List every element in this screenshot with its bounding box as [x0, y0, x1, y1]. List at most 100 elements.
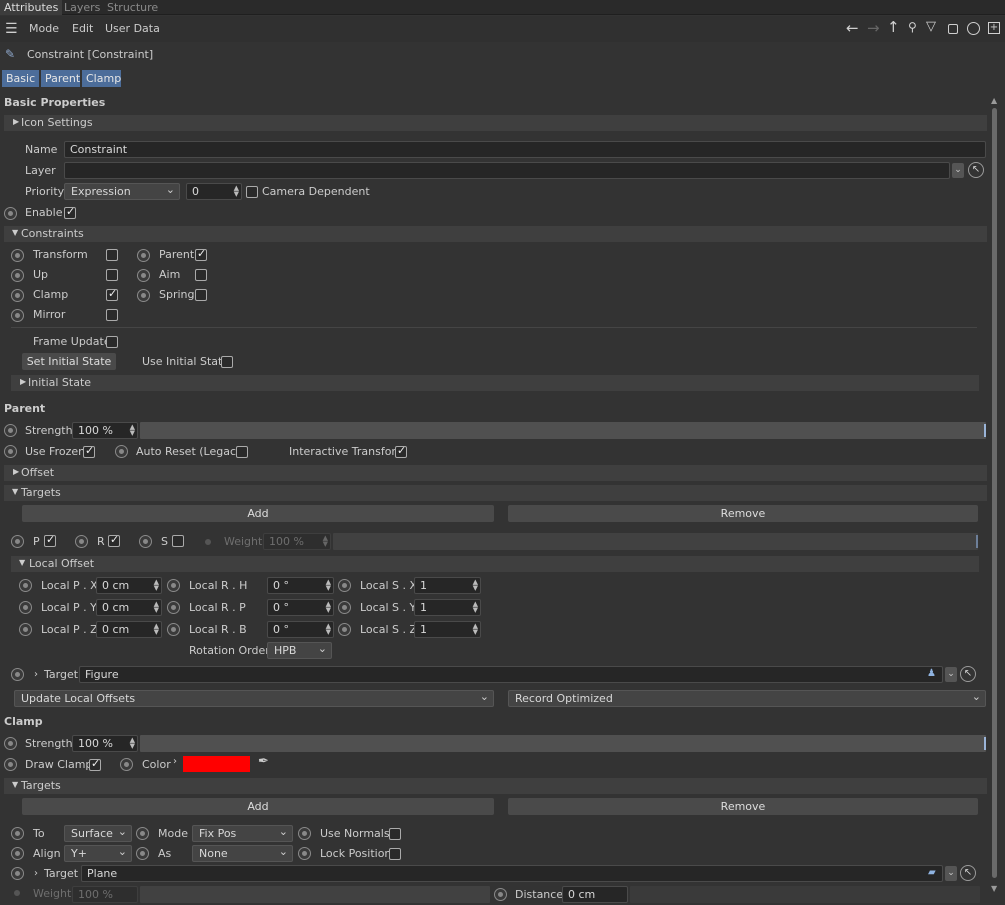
- search-icon[interactable]: ⚲: [908, 20, 917, 34]
- arrow-up-icon[interactable]: ↑: [887, 18, 900, 36]
- interactive-transform-checkbox[interactable]: [395, 444, 407, 458]
- parent-add-button[interactable]: Add: [22, 505, 494, 522]
- local-rh-field[interactable]: 0 ° ▲ ▼: [267, 577, 334, 594]
- use-normals-dot[interactable]: [298, 827, 311, 840]
- up-checkbox[interactable]: [106, 269, 118, 281]
- clamp-dot[interactable]: [11, 289, 24, 302]
- menu-user-data[interactable]: User Data: [105, 22, 160, 36]
- target-icon[interactable]: [967, 22, 980, 35]
- section-button-parent[interactable]: Parent: [41, 70, 80, 87]
- local-sy-field[interactable]: 1 ▲ ▼: [414, 599, 481, 616]
- use-initial-state-checkbox[interactable]: [221, 356, 233, 368]
- use-frozen-dot[interactable]: [4, 445, 17, 458]
- local-rb-dot[interactable]: [167, 623, 180, 636]
- priority-dropdown[interactable]: Expression: [64, 182, 180, 200]
- target-expand-icon[interactable]: ›: [34, 868, 38, 879]
- clamp-checkbox[interactable]: [106, 287, 118, 301]
- initial-state-group[interactable]: ▶ Initial State: [11, 375, 979, 391]
- local-rp-field[interactable]: 0 ° ▲ ▼: [267, 599, 334, 616]
- offset-group[interactable]: ▶ Offset: [4, 465, 987, 481]
- mode-dropdown[interactable]: Fix Pos: [192, 824, 293, 842]
- target-dropdown-chevron-icon[interactable]: ⌄: [945, 667, 957, 682]
- stepper-icon[interactable]: ▲ ▼: [326, 579, 331, 592]
- spring-checkbox[interactable]: [195, 289, 207, 301]
- update-local-offsets-dropdown[interactable]: Update Local Offsets: [14, 689, 494, 707]
- stepper-icon[interactable]: ▲ ▼: [154, 579, 159, 592]
- as-dot[interactable]: [136, 847, 149, 860]
- menu-mode[interactable]: Mode: [29, 22, 59, 36]
- arrow-left-icon[interactable]: ←: [846, 19, 859, 37]
- clamp-target-field[interactable]: Plane: [81, 865, 943, 882]
- stepper-icon[interactable]: ▲ ▼: [326, 601, 331, 614]
- to-dropdown[interactable]: Surface: [64, 824, 132, 842]
- layer-pick-icon[interactable]: ↖: [968, 162, 984, 178]
- parent-checkbox[interactable]: [195, 247, 207, 261]
- r-dot[interactable]: [75, 535, 88, 548]
- parent-strength-field[interactable]: 100 % ▲ ▼: [72, 422, 138, 439]
- record-optimized-dropdown[interactable]: Record Optimized: [508, 689, 986, 707]
- camera-dependent-checkbox[interactable]: [246, 186, 258, 198]
- stepper-icon[interactable]: ▲ ▼: [130, 424, 135, 437]
- distance-dot[interactable]: [494, 888, 507, 901]
- local-sz-field[interactable]: 1 ▲ ▼: [414, 621, 481, 638]
- up-dot[interactable]: [11, 269, 24, 282]
- target-pick-icon[interactable]: ↖: [960, 666, 976, 682]
- parent-target-field[interactable]: Figure: [79, 666, 943, 683]
- section-button-clamp[interactable]: Clamp: [82, 70, 121, 87]
- weight-dot[interactable]: [205, 539, 211, 545]
- stepper-icon[interactable]: ▲ ▼: [130, 737, 135, 750]
- stepper-icon[interactable]: ▲ ▼: [326, 623, 331, 636]
- local-py-dot[interactable]: [19, 601, 32, 614]
- stepper-icon[interactable]: ▲ ▼: [234, 185, 239, 198]
- target-pick-icon[interactable]: ↖: [960, 865, 976, 881]
- arrow-right-icon[interactable]: →: [867, 19, 880, 37]
- local-pz-dot[interactable]: [19, 623, 32, 636]
- align-dropdown[interactable]: Y+: [64, 844, 132, 862]
- stepper-icon[interactable]: ▲ ▼: [154, 623, 159, 636]
- clamp-targets-group[interactable]: ▼ Targets: [4, 778, 987, 794]
- scroll-up-icon[interactable]: ▲: [991, 96, 997, 105]
- aim-checkbox[interactable]: [195, 269, 207, 281]
- clamp-weight-field[interactable]: 100 %: [72, 886, 138, 903]
- stepper-icon[interactable]: ▲ ▼: [323, 535, 328, 548]
- parent-remove-button[interactable]: Remove: [508, 505, 978, 522]
- constraints-group[interactable]: ▼ Constraints: [4, 226, 987, 242]
- enable-checkbox[interactable]: [64, 205, 76, 219]
- local-py-field[interactable]: 0 cm ▲ ▼: [96, 599, 162, 616]
- parent-strength-slider[interactable]: [140, 422, 986, 439]
- draw-clamp-checkbox[interactable]: [89, 757, 101, 771]
- stepper-icon[interactable]: ▲ ▼: [473, 623, 478, 636]
- use-frozen-checkbox[interactable]: [83, 444, 95, 458]
- stepper-icon[interactable]: ▲ ▼: [473, 579, 478, 592]
- menu-edit[interactable]: Edit: [72, 22, 93, 36]
- p-checkbox[interactable]: [44, 533, 56, 547]
- enable-animation-dot[interactable]: [4, 207, 17, 220]
- local-rh-dot[interactable]: [167, 579, 180, 592]
- local-sx-field[interactable]: 1 ▲ ▼: [414, 577, 481, 594]
- parent-target-dot[interactable]: [11, 668, 24, 681]
- hamburger-menu-icon[interactable]: ☰: [5, 21, 18, 37]
- section-button-basic[interactable]: Basic: [2, 70, 39, 87]
- tab-attributes[interactable]: Attributes: [0, 0, 63, 15]
- clamp-add-button[interactable]: Add: [22, 798, 494, 815]
- to-dot[interactable]: [11, 827, 24, 840]
- parent-strength-dot[interactable]: [4, 424, 17, 437]
- color-dot[interactable]: [120, 758, 133, 771]
- distance-slider[interactable]: [630, 886, 980, 903]
- r-checkbox[interactable]: [108, 533, 120, 547]
- clamp-weight-dot[interactable]: [14, 890, 20, 896]
- p-dot[interactable]: [11, 535, 24, 548]
- clamp-strength-field[interactable]: 100 % ▲ ▼: [72, 735, 138, 752]
- target-dropdown-chevron-icon[interactable]: ⌄: [945, 866, 957, 881]
- priority-number-field[interactable]: 0 ▲ ▼: [186, 183, 242, 200]
- auto-reset-checkbox[interactable]: [236, 446, 248, 458]
- scroll-down-icon[interactable]: ▼: [991, 884, 997, 893]
- filter-icon[interactable]: ▽: [926, 19, 936, 34]
- tab-layers[interactable]: Layers: [64, 0, 100, 15]
- color-expand-icon[interactable]: ›: [173, 756, 177, 767]
- spring-dot[interactable]: [137, 289, 150, 302]
- align-dot[interactable]: [11, 847, 24, 860]
- scrollbar-thumb[interactable]: [992, 108, 997, 878]
- lock-position-checkbox[interactable]: [389, 848, 401, 860]
- transform-dot[interactable]: [11, 249, 24, 262]
